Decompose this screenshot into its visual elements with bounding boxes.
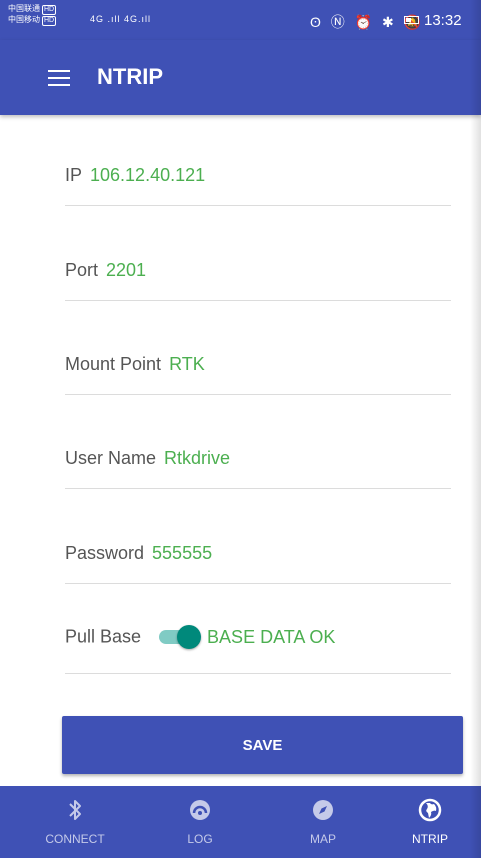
bluetooth-icon [63,798,87,822]
toggle-thumb [177,625,202,649]
user-name-label: User Name [65,448,157,468]
ip-value[interactable]: 106.12.40.121 [90,165,205,185]
signal-icon: 4G .ıll 4G.ıll [90,14,152,24]
page-edge-shadow [470,0,481,858]
globe-icon [418,798,442,822]
port-field[interactable]: Port 2201 [65,240,451,301]
pull-base-field: Pull Base BASE DATA OK [65,613,451,674]
nav-item-ntrip[interactable]: NTRIP [375,786,481,858]
user-name-field[interactable]: User Name Rtkdrive [65,428,451,489]
menu-icon[interactable] [48,70,70,86]
port-value[interactable]: 2201 [106,260,146,280]
status-time: 13:32 [424,12,462,29]
bottom-nav: CONNECT LOG MAP NTRIP [0,786,481,858]
pull-base-toggle[interactable] [159,625,203,649]
hd-badge: HD [42,16,57,26]
nav-item-connect[interactable]: CONNECT [20,786,130,858]
carrier-1: 中国联通 [8,4,40,13]
ip-field[interactable]: IP 106.12.40.121 [65,145,451,206]
compass-icon [311,798,335,822]
nav-item-map[interactable]: MAP [268,786,378,858]
ip-label: IP [65,165,83,185]
nav-label-connect: CONNECT [45,832,105,846]
nav-label-log: LOG [187,832,213,846]
mount-point-label: Mount Point [65,354,162,374]
port-label: Port [65,260,99,280]
password-field[interactable]: Password 555555 [65,523,451,584]
nav-item-log[interactable]: LOG [145,786,255,858]
gauge-icon [188,798,212,822]
battery-icon [404,16,419,24]
password-label: Password [65,543,145,563]
status-bar: 中国联通 HD 中国移动 HD 4G .ıll 4G.ıll ʘ Ⓝ ⏰ ✱ 🔕 1… [0,0,481,40]
app-bar: NTRIP [0,40,481,115]
page-title: NTRIP [97,64,163,89]
user-name-value[interactable]: Rtkdrive [164,448,230,468]
nav-label-map: MAP [309,832,336,846]
base-data-status: BASE DATA OK [207,626,336,647]
pull-base-label: Pull Base [65,626,142,647]
carrier-info: 中国联通 HD 中国移动 HD [8,4,57,26]
nav-label-ntrip: NTRIP [412,832,448,846]
save-button[interactable]: SAVE [62,716,463,774]
mount-point-value[interactable]: RTK [169,354,205,374]
carrier-2: 中国移动 [8,15,40,24]
hd-badge: HD [42,5,57,15]
mount-point-field[interactable]: Mount Point RTK [65,334,451,395]
password-value[interactable]: 555555 [152,543,212,563]
